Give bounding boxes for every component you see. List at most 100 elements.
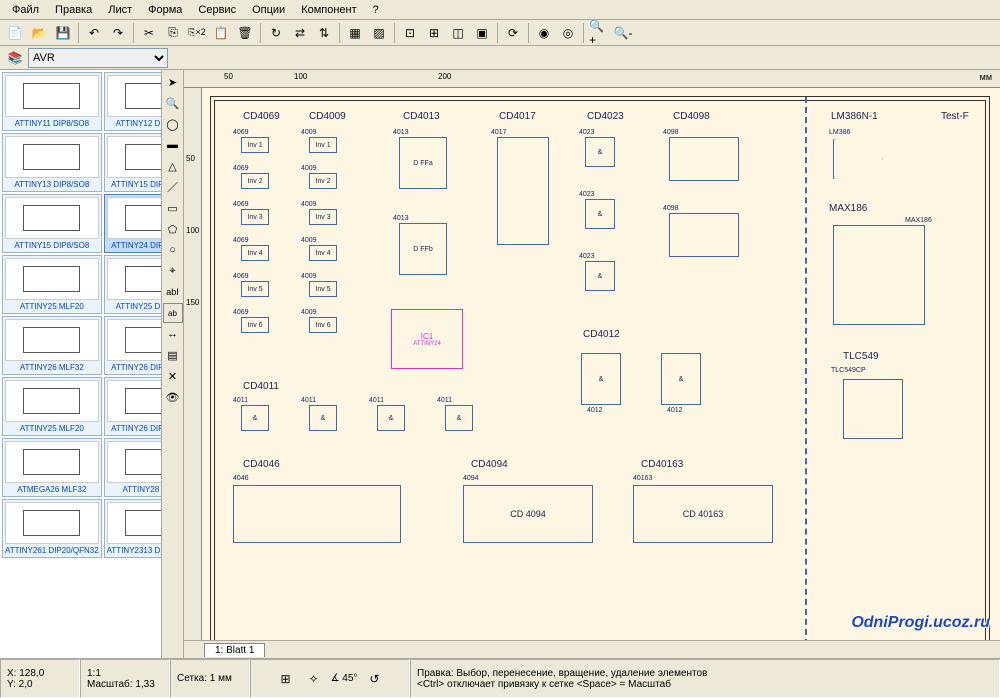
gate-inv6[interactable]: Inv 6 [241, 317, 269, 333]
comp-cd4094[interactable]: CD 4094 [463, 485, 593, 543]
library-item-5[interactable]: ATTINY24 DIP14/SO14 [104, 194, 162, 253]
save-icon[interactable]: 💾 [52, 22, 74, 44]
menu-options[interactable]: Опции [244, 2, 293, 18]
special-tool-icon[interactable]: ⌖ [163, 261, 183, 281]
copy2-icon[interactable]: ⎘×2 [186, 22, 208, 44]
gate-inv4[interactable]: Inv 4 [241, 245, 269, 261]
mode2-icon[interactable]: ◎ [557, 22, 579, 44]
gate-4009-6[interactable]: Inv 6 [309, 317, 337, 333]
line-tool-icon[interactable]: ／ [163, 177, 183, 197]
gate-4009-1[interactable]: Inv 1 [309, 137, 337, 153]
comp-cd4023a[interactable]: & [585, 137, 615, 167]
gate-inv3[interactable]: Inv 3 [241, 209, 269, 225]
library-item-15[interactable]: ATTINY2313 DIP20/SO20 [104, 499, 162, 558]
comp-cd4017[interactable] [497, 137, 549, 245]
rotate-icon[interactable]: ↻ [265, 22, 287, 44]
track-tool-icon[interactable]: △ [163, 156, 183, 176]
comp-cd4046[interactable] [233, 485, 401, 543]
gate-4009-4[interactable]: Inv 4 [309, 245, 337, 261]
schematic-canvas[interactable]: CD4069 CD4009 CD4013 CD4017 CD4023 CD409… [202, 88, 1000, 640]
menu-service[interactable]: Сервис [190, 2, 244, 18]
cut-icon[interactable]: ✂ [138, 22, 160, 44]
grid-toggle-icon[interactable]: ⊞ [275, 668, 297, 690]
library-item-14[interactable]: ATTINY261 DIP20/QFN32 [2, 499, 102, 558]
component-library-panel[interactable]: ATTINY11 DIP8/SO8ATTINY12 DIP8/SO8ATTINY… [0, 70, 162, 658]
comp-cd4011a[interactable]: & [241, 405, 269, 431]
zoom-obj-icon[interactable]: ◫ [447, 22, 469, 44]
zoom-out-icon[interactable]: 🔍- [612, 22, 634, 44]
menu-help[interactable]: ? [365, 2, 387, 18]
library-item-3[interactable]: ATTINY15 DIP8/MLF20 [104, 133, 162, 192]
redo-icon[interactable]: ↷ [107, 22, 129, 44]
library-item-13[interactable]: ATTINY28 DIP28 [104, 438, 162, 497]
zoom-fit-icon[interactable]: ⊡ [399, 22, 421, 44]
comp-cd4098a[interactable] [669, 137, 739, 181]
comp-cd4011c[interactable]: & [377, 405, 405, 431]
text-tool-icon[interactable]: abI [163, 282, 183, 302]
menu-sheet[interactable]: Лист [100, 2, 140, 18]
library-item-7[interactable]: ATTINY25 DIP8/SO8 [104, 255, 162, 314]
library-item-6[interactable]: ATTINY25 MLF20 [2, 255, 102, 314]
comp-ic1-attiny24[interactable]: IC1 ATTINY24 [391, 309, 463, 369]
comp-cd4011b[interactable]: & [309, 405, 337, 431]
library-item-4[interactable]: ATTINY15 DIP8/SO8 [2, 194, 102, 253]
comp-cd4098b[interactable] [669, 213, 739, 257]
copy-icon[interactable]: ⎘ [162, 22, 184, 44]
smd-tool-icon[interactable]: ▬ [163, 135, 183, 155]
mode1-icon[interactable]: ◉ [533, 22, 555, 44]
circle-tool-icon[interactable]: ○ [163, 240, 183, 260]
comp-cd4012a[interactable]: & [581, 353, 621, 405]
zoom-tool-icon[interactable]: 🔍 [163, 93, 183, 113]
comp-cd40163[interactable]: CD 40163 [633, 485, 773, 543]
poly-tool-icon[interactable]: ⬠ [163, 219, 183, 239]
layer-tool-icon[interactable]: ▤ [163, 345, 183, 365]
eye-tool-icon[interactable]: 👁 [163, 387, 183, 407]
zoom-area-icon[interactable]: ⊞ [423, 22, 445, 44]
new-icon[interactable]: 📄 [4, 22, 26, 44]
connect-tool-icon[interactable]: ✕ [163, 366, 183, 386]
sheet-tab-1[interactable]: 1: Blatt 1 [204, 643, 265, 657]
gate-inv5[interactable]: Inv 5 [241, 281, 269, 297]
library-select[interactable]: AVR [28, 48, 168, 68]
paste-icon[interactable]: 📋 [210, 22, 232, 44]
comp-cd4013b[interactable]: D FFb [399, 223, 447, 275]
reset-angle-icon[interactable]: ↺ [363, 668, 385, 690]
comp-cd4023c[interactable]: & [585, 261, 615, 291]
menu-component[interactable]: Компонент [293, 2, 364, 18]
gate-inv2[interactable]: Inv 2 [241, 173, 269, 189]
layers-icon[interactable]: 📚 [4, 47, 26, 69]
gate-inv1[interactable]: Inv 1 [241, 137, 269, 153]
library-item-9[interactable]: ATTINY26 DIP20/SO20 [104, 316, 162, 375]
zoom-in-icon[interactable]: 🔍+ [588, 22, 610, 44]
pointer-tool-icon[interactable]: ➤ [163, 72, 183, 92]
menu-edit[interactable]: Правка [47, 2, 100, 18]
refresh-icon[interactable]: ⟳ [502, 22, 524, 44]
rect-tool-icon[interactable]: ▭ [163, 198, 183, 218]
delete-icon[interactable]: 🗑 [234, 22, 256, 44]
mirror-v-icon[interactable]: ⇅ [313, 22, 335, 44]
comp-cd4011d[interactable]: & [445, 405, 473, 431]
comp-cd4012b[interactable]: & [661, 353, 701, 405]
gate-4009-5[interactable]: Inv 5 [309, 281, 337, 297]
label-tool-icon[interactable]: ab [163, 303, 183, 323]
library-item-10[interactable]: ATTINY25 MLF20 [2, 377, 102, 436]
gate-4009-3[interactable]: Inv 3 [309, 209, 337, 225]
comp-cd4013a[interactable]: D FFa [399, 137, 447, 189]
comp-tlc549[interactable] [843, 379, 903, 439]
zoom-all-icon[interactable]: ▣ [471, 22, 493, 44]
library-item-12[interactable]: ATMEGA26 MLF32 [2, 438, 102, 497]
menu-form[interactable]: Форма [140, 2, 190, 18]
library-item-1[interactable]: ATTINY12 DIP8/SO8 [104, 72, 162, 131]
library-item-11[interactable]: ATTINY26 DIP20/SO20 [104, 377, 162, 436]
group-icon[interactable]: ▦ [344, 22, 366, 44]
library-item-2[interactable]: ATTINY13 DIP8/SO8 [2, 133, 102, 192]
pad-tool-icon[interactable]: ◯ [163, 114, 183, 134]
measure-tool-icon[interactable]: ↔ [163, 324, 183, 344]
menu-file[interactable]: Файл [4, 2, 47, 18]
gate-4009-2[interactable]: Inv 2 [309, 173, 337, 189]
ungroup-icon[interactable]: ▨ [368, 22, 390, 44]
undo-icon[interactable]: ↶ [83, 22, 105, 44]
comp-cd4023b[interactable]: & [585, 199, 615, 229]
snap-icon[interactable]: ✧ [303, 668, 325, 690]
library-item-8[interactable]: ATTINY26 MLF32 [2, 316, 102, 375]
